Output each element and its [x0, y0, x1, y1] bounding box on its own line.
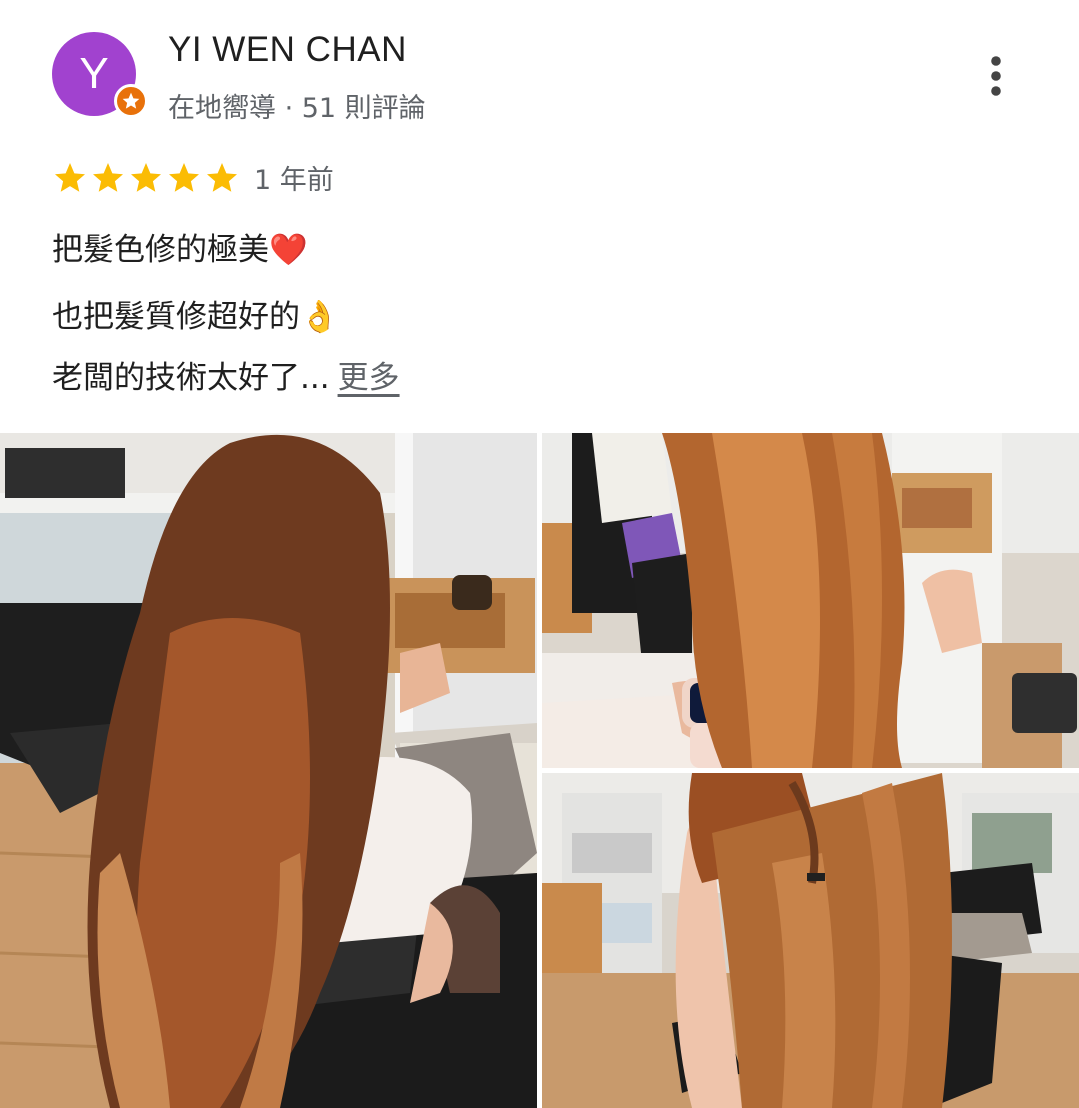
star-icon: [93, 163, 123, 192]
more-options-button[interactable]: [970, 50, 1022, 102]
review-text-line-2: 也把髮質修超好的👌: [52, 291, 339, 336]
more-vert-icon: [991, 56, 1001, 96]
star-icon: [207, 163, 237, 192]
avatar-initial: Y: [79, 49, 109, 98]
reviewer-meta: 在地嚮導 · 51 則評論: [168, 93, 426, 124]
review-photo-2[interactable]: [542, 433, 1079, 768]
review-time: 1 年前: [254, 165, 334, 196]
ok-hand-emoji: 👌: [300, 299, 339, 335]
heart-emoji: ❤️: [269, 232, 308, 268]
review-text-line-3: 老闆的技術太好了... 更多: [52, 352, 400, 397]
review-text: 把髮色修的極美: [52, 232, 269, 268]
review-text: 老闆的技術太好了...: [52, 360, 330, 396]
more-link[interactable]: 更多: [338, 360, 400, 396]
star-icon: [55, 163, 85, 192]
review-photo-1[interactable]: [0, 433, 537, 1108]
local-guide-badge: [114, 84, 148, 118]
review-text: 也把髮質修超好的: [52, 299, 300, 335]
review-photo-3[interactable]: [542, 773, 1079, 1108]
star-rating: [52, 160, 240, 196]
review-text-line-1: 把髮色修的極美❤️: [52, 224, 308, 269]
star-icon: [169, 163, 199, 192]
star-icon: [131, 163, 161, 192]
reviewer-name[interactable]: YI WEN CHAN: [168, 30, 407, 70]
star-icon: [122, 92, 140, 109]
